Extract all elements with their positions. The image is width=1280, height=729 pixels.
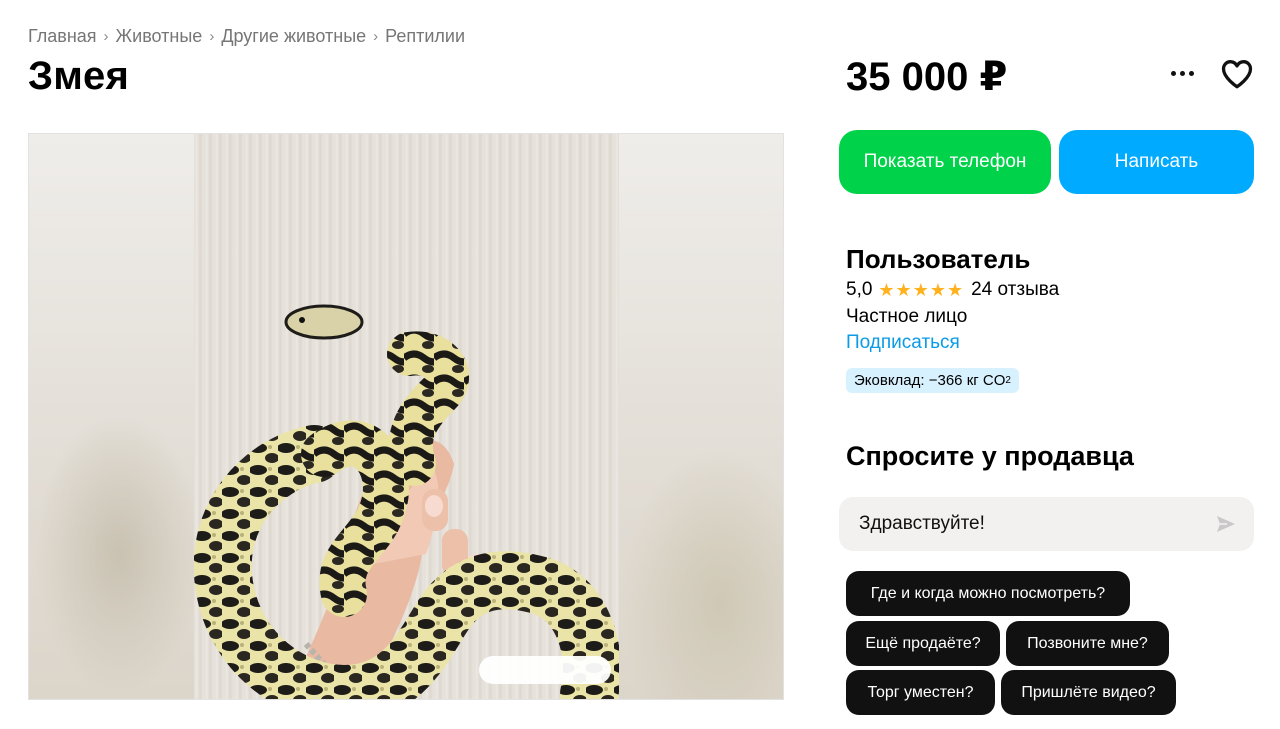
quick-question-chip[interactable]: Позвоните мне? xyxy=(1006,621,1169,666)
eco-label: Эковклад: −366 кг CO xyxy=(854,372,1006,389)
quick-question-chip[interactable]: Торг уместен? xyxy=(846,670,995,715)
heart-icon[interactable] xyxy=(1219,56,1255,92)
rating-value: 5,0 xyxy=(846,279,873,300)
page-title: Змея xyxy=(28,54,130,98)
reviews-link[interactable]: 24 отзыва xyxy=(971,279,1059,301)
quick-question-chip[interactable]: Где и когда можно посмотреть? xyxy=(846,571,1130,616)
breadcrumb-separator-icon: › xyxy=(373,28,379,45)
breadcrumb-item-reptiles[interactable]: Рептилии xyxy=(385,26,465,47)
seller-name[interactable]: Пользователь xyxy=(846,244,1030,275)
breadcrumb-item-animals[interactable]: Животные xyxy=(116,26,203,47)
breadcrumb-separator-icon: › xyxy=(103,28,109,45)
write-message-button[interactable]: Написать xyxy=(1059,130,1254,194)
quick-question-chip[interactable]: Пришлёте видео? xyxy=(1001,670,1176,715)
ask-seller-heading: Спросите у продавца xyxy=(846,441,1134,471)
listing-price: 35 000 ₽ xyxy=(846,55,1008,99)
message-box xyxy=(839,497,1254,551)
snake-photo-illustration xyxy=(194,304,619,699)
more-options-icon[interactable] xyxy=(1164,60,1200,86)
photo-gallery[interactable] xyxy=(28,133,784,700)
breadcrumb-separator-icon: › xyxy=(209,28,215,45)
rating-stars-icon: ★★★★★ xyxy=(878,279,965,300)
message-input[interactable] xyxy=(859,497,1199,551)
send-icon[interactable] xyxy=(1214,512,1238,536)
seller-type: Частное лицо xyxy=(846,306,968,327)
seller-rating: 5,0 ★★★★★ 24 отзыва xyxy=(846,279,1059,301)
breadcrumb: Главная › Животные › Другие животные › Р… xyxy=(28,26,465,47)
eco-contribution-badge[interactable]: Эковклад: −366 кг CO 2 xyxy=(846,368,1019,393)
show-phone-button[interactable]: Показать телефон xyxy=(839,130,1051,194)
quick-question-chip[interactable]: Ещё продаёте? xyxy=(846,621,1000,666)
breadcrumb-item-other-animals[interactable]: Другие животные xyxy=(221,26,366,47)
listing-photo[interactable] xyxy=(194,134,619,699)
breadcrumb-item-home[interactable]: Главная xyxy=(28,26,97,47)
subscribe-link[interactable]: Подписаться xyxy=(846,332,960,354)
eco-label-subscript: 2 xyxy=(1005,375,1011,386)
